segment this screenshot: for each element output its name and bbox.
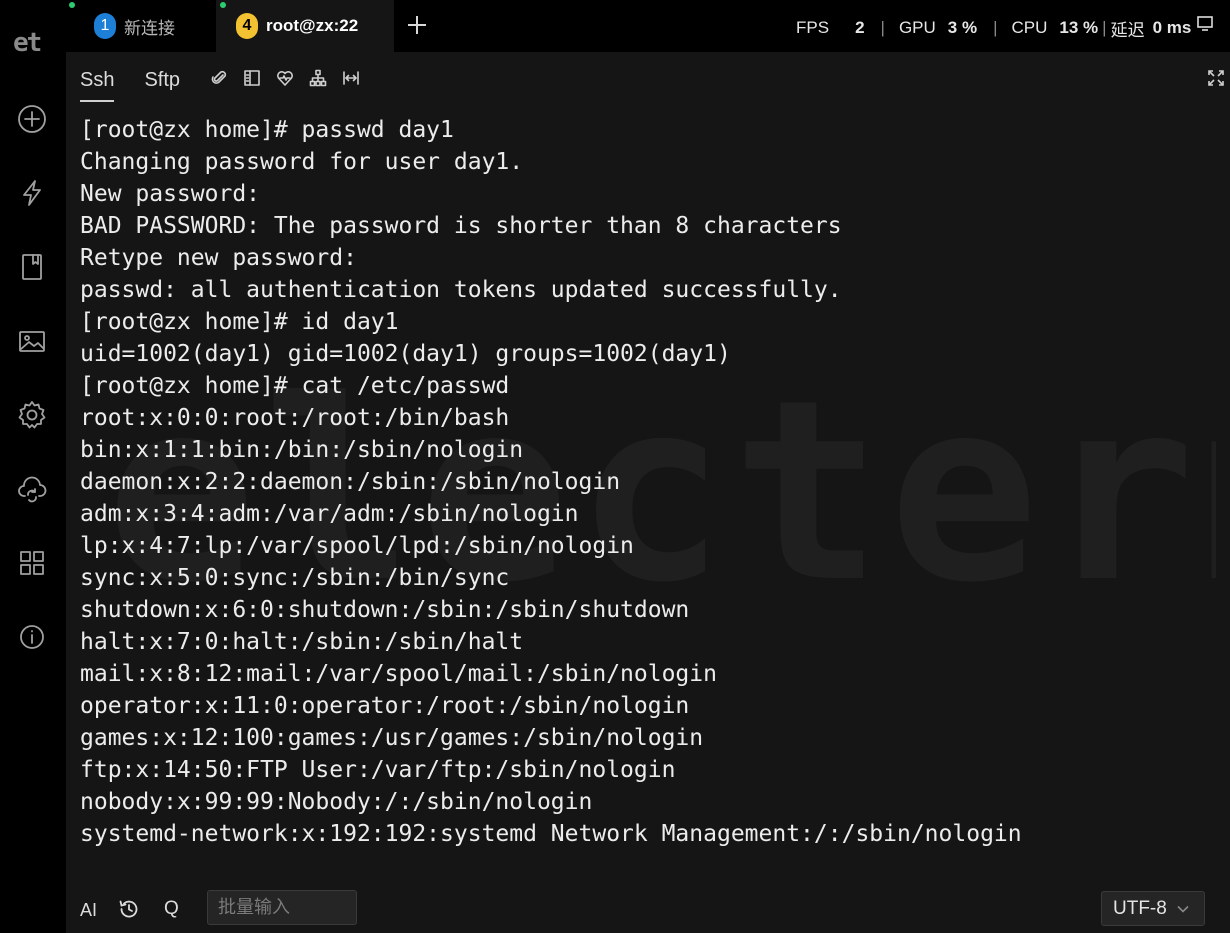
terminal-line: systemd-network:x:192:192:systemd Networ… — [80, 821, 1022, 847]
terminal-line: [root@zx home]# id day1 — [80, 309, 399, 335]
terminal-line: New password: — [80, 181, 261, 207]
terminal-line: lp:x:4:7:lp:/var/spool/lpd:/sbin/nologin — [80, 533, 634, 559]
tab-label: 新连接 — [124, 18, 175, 38]
terminal-line: passwd: all authentication tokens update… — [80, 277, 842, 303]
terminal-line: mail:x:8:12:mail:/var/spool/mail:/sbin/n… — [80, 661, 717, 687]
batch-input[interactable] — [207, 890, 357, 925]
tab-number-badge: 4 — [236, 13, 258, 39]
fps-value: 2 — [855, 18, 865, 37]
cloud-sync-button[interactable] — [14, 471, 50, 507]
terminal-line: root:x:0:0:root:/root:/bin/bash — [80, 405, 510, 431]
terminal-line: Retype new password: — [80, 245, 357, 271]
add-session-button[interactable] — [14, 101, 50, 137]
tab-number-badge: 1 — [94, 13, 116, 39]
session-toolbar — [208, 66, 373, 90]
tab-ssh[interactable]: Ssh — [80, 66, 115, 102]
app-logo: et — [13, 28, 42, 58]
performance-stats: FPS 2 | GPU 3 % | CPU 13 % | 延迟 0 ms — [796, 0, 1191, 56]
info-icon — [20, 625, 44, 649]
network-button[interactable] — [307, 67, 329, 89]
fullscreen-button[interactable] — [1208, 70, 1228, 90]
terminal-line: operator:x:11:0:operator:/root:/sbin/nol… — [80, 693, 690, 719]
widgets-button[interactable] — [14, 545, 50, 581]
heartbeat-button[interactable] — [274, 67, 296, 89]
lightning-icon — [23, 180, 41, 206]
cloud-sync-icon — [18, 476, 47, 503]
terminal-footer: AI Q UTF-8 — [66, 874, 1230, 933]
new-tab-button[interactable] — [402, 10, 432, 40]
tab-ssh-session[interactable]: 4 root@zx:22 — [216, 0, 394, 52]
cpu-label: CPU — [1011, 18, 1048, 37]
book-icon — [22, 254, 42, 280]
image-icon — [19, 331, 45, 352]
delay-value: 0 ms — [1152, 18, 1192, 37]
gear-icon — [18, 401, 46, 429]
terminal-line: BAD PASSWORD: The password is shorter th… — [80, 213, 842, 239]
fullscreen-icon — [1208, 70, 1224, 86]
fps-label: FPS — [796, 18, 830, 37]
terminal-line: uid=1002(day1) gid=1002(day1) groups=100… — [80, 341, 731, 367]
attach-button[interactable] — [208, 67, 230, 89]
split-pane-button[interactable] — [241, 67, 263, 89]
gpu-label: GPU — [898, 18, 936, 37]
left-sidebar: et — [0, 0, 66, 933]
resize-width-button[interactable] — [340, 67, 362, 89]
about-button[interactable] — [14, 619, 50, 655]
status-dot-icon — [69, 2, 75, 8]
terminal-line: halt:x:7:0:halt:/sbin:/sbin/halt — [80, 629, 524, 655]
quick-command-button[interactable]: Q — [164, 898, 179, 920]
session-subtabs: Ssh Sftp — [80, 66, 210, 102]
encoding-select[interactable]: UTF-8 — [1101, 891, 1205, 926]
terminal-line: adm:x:3:4:adm:/var/adm:/sbin/nologin — [80, 501, 579, 527]
gallery-button[interactable] — [14, 323, 50, 359]
tab-bar: 1 新连接 4 root@zx:22 FPS 2 | GPU 3 % | CPU… — [66, 0, 1230, 52]
quick-commands-button[interactable] — [14, 175, 50, 211]
window-menu-button[interactable] — [1196, 15, 1214, 33]
split-pane-icon — [244, 70, 260, 86]
monitor-icon — [1197, 16, 1213, 31]
settings-button[interactable] — [14, 397, 50, 433]
plus-circle-icon — [18, 105, 46, 133]
paperclip-icon — [211, 70, 227, 84]
divider: | — [1102, 18, 1107, 37]
divider: | — [993, 18, 998, 37]
terminal-line: games:x:12:100:games:/usr/games:/sbin/no… — [80, 725, 704, 751]
terminal-line: shutdown:x:6:0:shutdown:/sbin:/sbin/shut… — [80, 597, 690, 623]
history-button[interactable] — [118, 898, 142, 922]
bookmarks-button[interactable] — [14, 249, 50, 285]
session-panel: Ssh Sftp electerm [root@zx home]# passwd… — [66, 52, 1230, 933]
encoding-value: UTF-8 — [1113, 897, 1167, 919]
terminal-line: nobody:x:99:99:Nobody:/:/sbin/nologin — [80, 789, 593, 815]
chevron-down-icon — [1176, 902, 1190, 916]
status-dot-icon — [220, 2, 226, 8]
width-icon — [343, 71, 359, 85]
terminal-line: [root@zx home]# passwd day1 — [80, 117, 454, 143]
terminal-line: daemon:x:2:2:daemon:/sbin:/sbin/nologin — [80, 469, 621, 495]
tab-label: root@zx:22 — [266, 16, 359, 35]
tab-new-connection[interactable]: 1 新连接 — [66, 0, 216, 52]
terminal-line: [root@zx home]# cat /etc/passwd — [80, 373, 510, 399]
cpu-value: 13 % — [1059, 18, 1099, 37]
network-icon — [309, 69, 327, 87]
plus-icon — [408, 16, 426, 34]
gpu-value: 3 % — [947, 18, 978, 37]
ai-button[interactable]: AI — [80, 900, 97, 921]
terminal-output[interactable]: [root@zx home]# passwd day1 Changing pass… — [80, 114, 1220, 854]
terminal-line: sync:x:5:0:sync:/sbin:/bin/sync — [80, 565, 510, 591]
grid-icon — [20, 551, 44, 575]
heartbeat-icon — [277, 71, 293, 86]
terminal-line: Changing password for user day1. — [80, 149, 524, 175]
history-icon — [119, 900, 138, 918]
terminal-line: bin:x:1:1:bin:/bin:/sbin/nologin — [80, 437, 524, 463]
tab-sftp[interactable]: Sftp — [144, 66, 180, 100]
delay-label: 延迟 — [1110, 20, 1145, 40]
divider: | — [880, 18, 885, 37]
terminal-line: ftp:x:14:50:FTP User:/var/ftp:/sbin/nolo… — [80, 757, 676, 783]
